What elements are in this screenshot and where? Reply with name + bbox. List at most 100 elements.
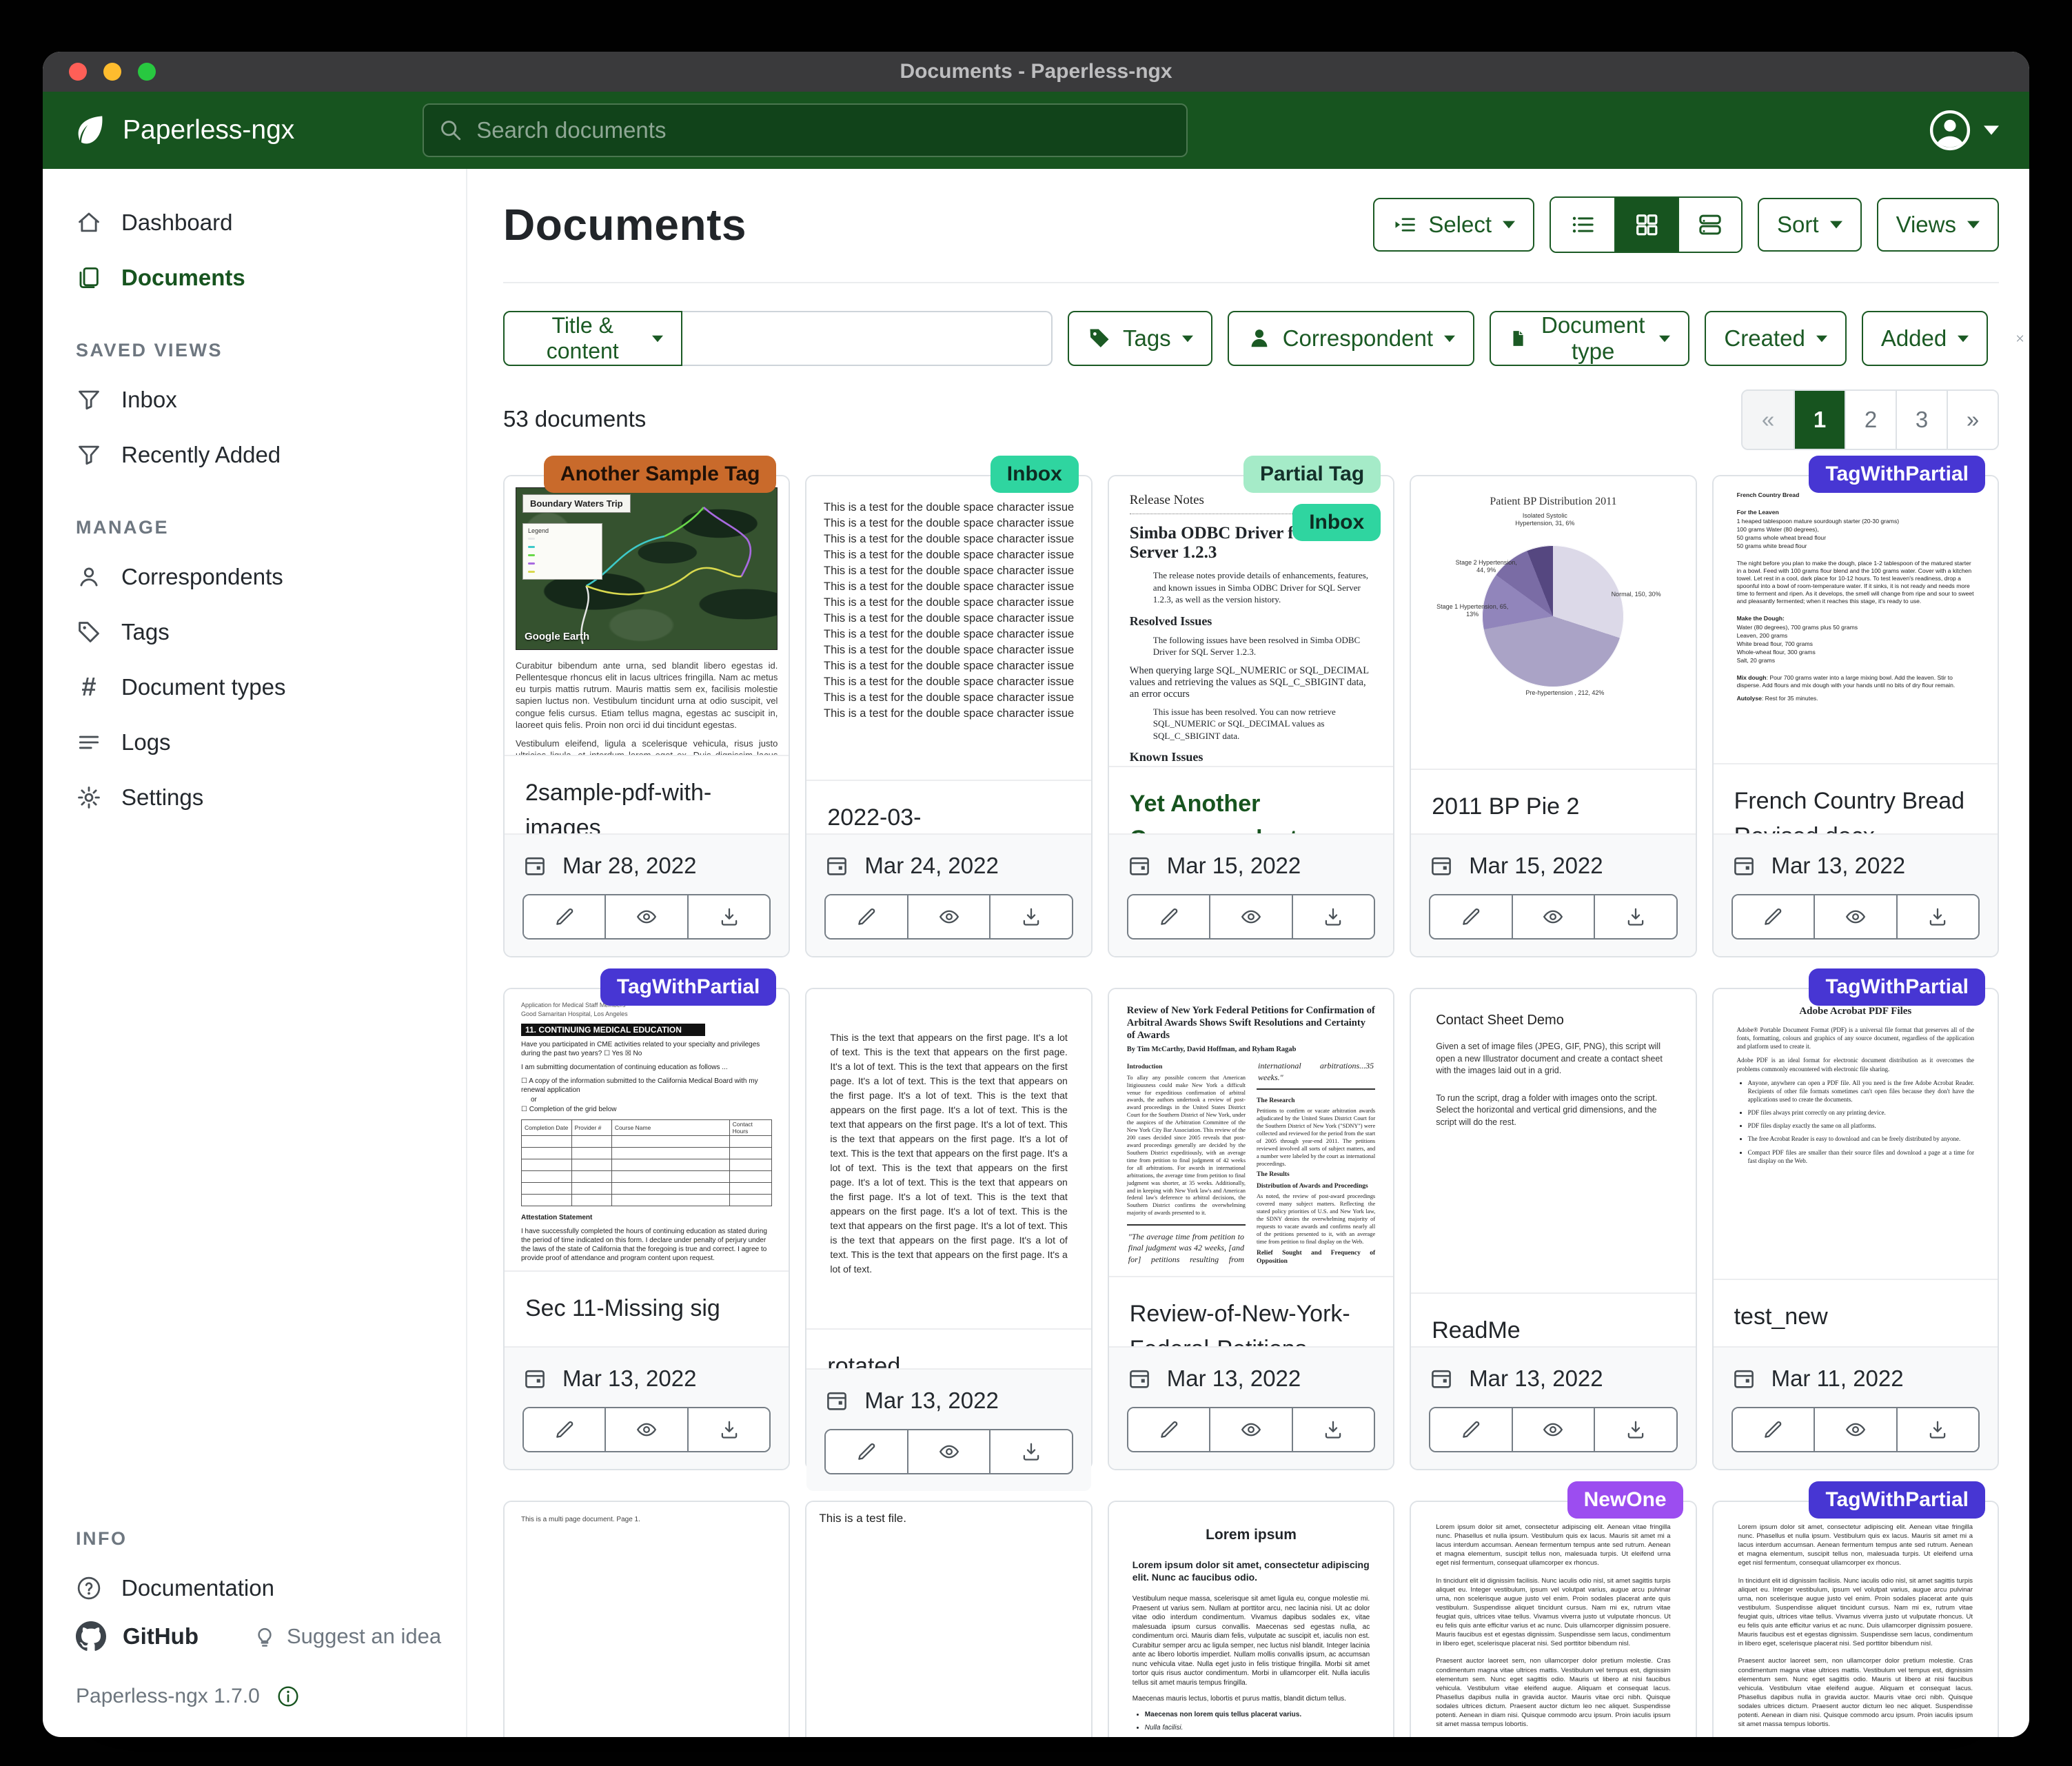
download-button[interactable] <box>1896 895 1978 938</box>
document-card[interactable]: Inbox This is a test for the double spac… <box>805 475 1092 957</box>
download-button[interactable] <box>1594 1408 1676 1451</box>
tag-badge[interactable]: TagWithPartial <box>1809 1481 1985 1519</box>
pagination-page-1[interactable]: 1 <box>1794 391 1845 449</box>
document-title[interactable]: test_new <box>1714 1280 1998 1346</box>
preview-button[interactable] <box>1512 1408 1594 1451</box>
tag-badge[interactable]: TagWithPartial <box>600 968 777 1006</box>
document-title[interactable]: French Country Bread Revised.docx <box>1714 764 1998 833</box>
correspondent-filter-button[interactable]: Correspondent <box>1228 311 1474 366</box>
document-type-filter-button[interactable]: Document type <box>1490 311 1689 366</box>
sort-button[interactable]: Sort <box>1758 198 1862 252</box>
document-thumbnail[interactable]: This is a test file. <box>806 1502 1090 1737</box>
reset-filters-button[interactable]: Reset filters <box>2010 312 2029 365</box>
tag-badge[interactable]: Partial Tag <box>1243 456 1381 493</box>
edit-button[interactable] <box>1430 895 1511 938</box>
document-card[interactable]: NewOne Lorem ipsum dolor sit amet, conse… <box>1410 1501 1696 1737</box>
document-title[interactable]: Sec 11-Missing sig <box>505 1272 789 1346</box>
sidebar-item-logs[interactable]: Logs <box>76 720 445 764</box>
view-grid-button[interactable] <box>1614 198 1678 252</box>
preview-button[interactable] <box>605 1408 687 1451</box>
zoom-button[interactable] <box>138 63 156 81</box>
preview-button[interactable] <box>1209 895 1291 938</box>
document-card[interactable]: Contact Sheet Demo Given a set of image … <box>1410 988 1696 1470</box>
edit-button[interactable] <box>524 1408 605 1451</box>
document-card[interactable]: TagWithPartial Lorem ipsum dolor sit ame… <box>1712 1501 1999 1737</box>
document-card[interactable]: TagWithPartial Adobe Acrobat PDF Files A… <box>1712 988 1999 1470</box>
title-content-input[interactable] <box>682 311 1053 366</box>
pagination-page-2[interactable]: 2 <box>1845 391 1896 449</box>
document-thumbnail[interactable]: Application for Medical Staff Members Go… <box>505 989 789 1272</box>
view-list-button[interactable] <box>1551 198 1614 252</box>
document-title[interactable]: 2sample-pdf-with-images <box>505 756 789 833</box>
suggest-idea-link[interactable]: Suggest an idea <box>252 1624 441 1649</box>
search-input[interactable] <box>475 116 1171 144</box>
sidebar-item-documents[interactable]: Documents <box>76 256 445 300</box>
title-content-dropdown[interactable]: Title & content <box>503 311 682 366</box>
download-button[interactable] <box>1292 895 1374 938</box>
edit-button[interactable] <box>524 895 605 938</box>
document-thumbnail[interactable]: Review of New York Federal Petitions for… <box>1109 989 1393 1277</box>
pagination-page-3[interactable]: 3 <box>1896 391 1947 449</box>
document-card[interactable]: TagWithPartial French Country Bread For … <box>1712 475 1999 957</box>
document-title[interactable]: Yet Another Correspondent: Testing Email <box>1109 767 1393 833</box>
preview-button[interactable] <box>1512 895 1594 938</box>
edit-button[interactable] <box>826 895 906 938</box>
document-thumbnail[interactable]: Contact Sheet Demo Given a set of image … <box>1411 989 1695 1294</box>
document-title[interactable]: ReadMe <box>1411 1294 1695 1346</box>
added-filter-button[interactable]: Added <box>1862 311 1988 366</box>
document-card[interactable]: Review of New York Federal Petitions for… <box>1108 988 1394 1470</box>
download-button[interactable] <box>989 1430 1071 1473</box>
sidebar-item-correspondents[interactable]: Correspondents <box>76 555 445 599</box>
info-icon[interactable] <box>276 1685 300 1708</box>
edit-button[interactable] <box>826 1430 906 1473</box>
document-thumbnail[interactable]: This is a multi page document. Page 1. <box>505 1502 789 1737</box>
tag-badge[interactable]: TagWithPartial <box>1809 456 1985 493</box>
document-thumbnail[interactable]: This is the text that appears on the fir… <box>806 989 1090 1330</box>
download-button[interactable] <box>1292 1408 1374 1451</box>
document-thumbnail[interactable]: Boundary Waters Trip Legend Google Ea <box>505 476 789 756</box>
edit-button[interactable] <box>1733 1408 1814 1451</box>
document-card[interactable]: This is a test file. simple txt file <box>805 1501 1092 1737</box>
document-title[interactable]: 2011 BP Pie 2 <box>1411 770 1695 833</box>
document-thumbnail[interactable]: French Country Bread For the Leaven 1 he… <box>1714 476 1998 764</box>
document-card[interactable]: This is the text that appears on the fir… <box>805 988 1092 1470</box>
sidebar-item-dashboard[interactable]: Dashboard <box>76 201 445 245</box>
select-button[interactable]: Select <box>1373 198 1534 252</box>
document-thumbnail[interactable]: This is a test for the double space char… <box>806 476 1090 781</box>
document-card[interactable]: Another Sample Tag Boundary <box>503 475 790 957</box>
preview-button[interactable] <box>907 1430 989 1473</box>
document-thumbnail[interactable]: Lorem ipsum dolor sit amet, consectetur … <box>1714 1502 1998 1737</box>
sidebar-item-document-types[interactable]: # Document types <box>76 665 445 709</box>
document-card[interactable]: Lorem ipsum Lorem ipsum dolor sit amet, … <box>1108 1501 1394 1737</box>
preview-button[interactable] <box>907 895 989 938</box>
download-button[interactable] <box>1896 1408 1978 1451</box>
created-filter-button[interactable]: Created <box>1705 311 1846 366</box>
document-title[interactable]: rotated <box>806 1330 1090 1368</box>
minimize-button[interactable] <box>103 63 121 81</box>
sidebar-item-inbox[interactable]: Inbox <box>76 378 445 422</box>
preview-button[interactable] <box>1814 1408 1896 1451</box>
download-button[interactable] <box>687 895 769 938</box>
tag-badge[interactable]: Another Sample Tag <box>544 456 776 493</box>
pagination-last[interactable]: » <box>1947 391 1998 449</box>
tag-badge[interactable]: Inbox <box>1292 504 1381 541</box>
sidebar-item-tags[interactable]: Tags <box>76 610 445 654</box>
views-button[interactable]: Views <box>1877 198 1999 252</box>
user-menu[interactable] <box>1929 109 1999 152</box>
sidebar-item-recently-added[interactable]: Recently Added <box>76 433 445 477</box>
preview-button[interactable] <box>1209 1408 1291 1451</box>
correspondent-link[interactable]: Yet Another Correspondent <box>1130 791 1298 833</box>
view-detail-button[interactable] <box>1678 198 1741 252</box>
tag-badge[interactable]: NewOne <box>1567 1481 1683 1519</box>
sidebar-item-github[interactable]: GitHub <box>76 1621 199 1652</box>
close-button[interactable] <box>69 63 87 81</box>
tags-filter-button[interactable]: Tags <box>1068 311 1212 366</box>
document-thumbnail[interactable]: Lorem ipsum dolor sit amet, consectetur … <box>1411 1502 1695 1737</box>
document-card[interactable]: Partial Tag Inbox Release Notes Simba OD… <box>1108 475 1394 957</box>
document-thumbnail[interactable]: Adobe Acrobat PDF Files Adobe® Portable … <box>1714 989 1998 1280</box>
preview-button[interactable] <box>1814 895 1896 938</box>
edit-button[interactable] <box>1430 1408 1511 1451</box>
document-thumbnail[interactable]: Patient BP Distribution 2011 Isolated Sy… <box>1411 476 1695 770</box>
download-button[interactable] <box>687 1408 769 1451</box>
edit-button[interactable] <box>1128 895 1209 938</box>
